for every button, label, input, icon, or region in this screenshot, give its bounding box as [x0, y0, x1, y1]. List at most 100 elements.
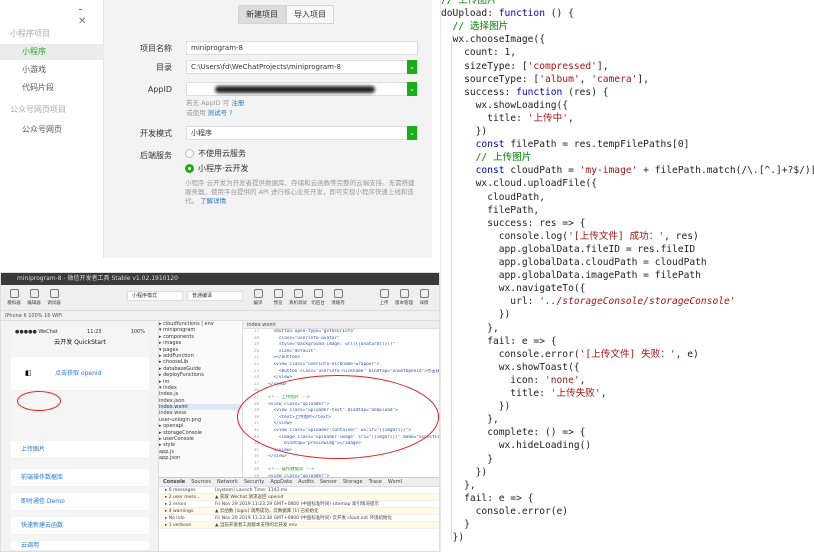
- tb-debugger[interactable]: 调试器: [45, 289, 63, 309]
- sidebar-item-minigame[interactable]: 小游戏: [0, 62, 104, 78]
- tb-background[interactable]: 切后台: [309, 289, 327, 309]
- code-token: ],: [637, 73, 649, 85]
- code-token: fail: e => {: [441, 492, 534, 504]
- code-line: }): [441, 400, 511, 413]
- appid-hint-text-2: 或使用: [186, 109, 206, 117]
- code-token: }): [441, 401, 511, 413]
- tb-remote-debug[interactable]: 真机调试: [289, 289, 307, 309]
- tb-editor[interactable]: 编辑器: [25, 289, 43, 309]
- line-number: 17: [253, 329, 259, 334]
- code-line: count: 1,: [441, 46, 516, 59]
- console-filter-item[interactable]: ▸ 4 warnings: [159, 508, 211, 515]
- code-line: fail: e => {: [441, 335, 556, 348]
- sidebar-item-webpage[interactable]: 公众号网页: [0, 122, 104, 138]
- dev-mode-dropdown-icon[interactable]: ⌄: [407, 126, 417, 140]
- device-bar[interactable]: iPhone 6 100% 16 WiFi: [1, 311, 439, 321]
- console-tab[interactable]: Wxml: [388, 478, 402, 486]
- code-token: ],: [596, 60, 609, 72]
- code-token: }): [441, 126, 488, 137]
- code-token: + filePath.match(/\.[^.]+?$/)[0]: [637, 165, 814, 177]
- code-line: sizeType: ['compressed'],: [441, 60, 609, 73]
- mode-select[interactable]: 小程序模式: [127, 291, 183, 301]
- new-cloud-function-item[interactable]: 快速新建云函数: [11, 517, 149, 535]
- file-tree-item[interactable]: app.json: [159, 455, 242, 461]
- line-number: 35: [253, 447, 259, 453]
- line-number: 37: [253, 460, 259, 466]
- backend-label: 后端服务: [140, 151, 172, 160]
- console-filter-item[interactable]: ▸ 2 errors: [159, 501, 211, 508]
- project-type-sidebar: ⁃ ✕ 小程序项目 小程序 小游戏 代码片段 公众号网页项目 公众号网页: [0, 0, 104, 258]
- project-name-field[interactable]: miniprogram-8: [186, 41, 418, 55]
- upload-image-item[interactable]: 上传图片: [11, 441, 149, 459]
- console-tab[interactable]: Console: [163, 478, 185, 486]
- code-token: '[上传文件] 失败：': [579, 348, 676, 360]
- console-filter-item[interactable]: ▸ 6 messages: [159, 487, 211, 494]
- radio-no-cloud-label: 不使用云服务: [198, 149, 246, 158]
- code-line: app.globalData.fileID = res.fileID: [441, 243, 695, 256]
- line-text: size="default": [263, 348, 316, 354]
- line-number: 36: [253, 454, 259, 460]
- code-token: wx.showLoading({: [441, 99, 569, 111]
- tb-details[interactable]: 详情: [415, 289, 433, 309]
- directory-dropdown-icon[interactable]: ⌄: [407, 60, 417, 74]
- tb-editor-label: 编辑器: [27, 301, 41, 306]
- tb-simulator[interactable]: 模拟器: [5, 289, 23, 309]
- console-tab[interactable]: Sensor: [320, 478, 337, 486]
- window-controls[interactable]: ⁃ ✕: [78, 5, 103, 27]
- directory-field[interactable]: C:\Users\fd\WeChatProjects\miniprogram-8…: [186, 60, 418, 74]
- register-link[interactable]: 注册: [231, 99, 244, 107]
- sidebar-section-mini: 小程序项目: [10, 29, 50, 38]
- sidebar-item-miniprogram[interactable]: 小程序: [0, 44, 104, 60]
- radio-cloud-dev[interactable]: [185, 164, 194, 173]
- test-account-link[interactable]: 测试号: [208, 109, 228, 117]
- code-token: (res) {: [562, 86, 609, 98]
- code-token: cloudPath =: [504, 165, 580, 177]
- console-tab[interactable]: Audits: [298, 478, 314, 486]
- console-tab[interactable]: AppData: [270, 478, 292, 486]
- line-number: 25: [253, 381, 259, 387]
- console-tab[interactable]: Security: [244, 478, 265, 486]
- line-text: <button open-type="getUserInfo": [263, 329, 356, 334]
- tb-clear-cache[interactable]: 清缓存: [329, 289, 347, 309]
- sidebar-item-snippet[interactable]: 代码片段: [0, 80, 104, 96]
- console-tab[interactable]: Sources: [191, 478, 211, 486]
- console-filter-item[interactable]: ▸ 2 user mess...: [159, 494, 211, 501]
- radio-no-cloud[interactable]: [185, 149, 194, 158]
- tb-version[interactable]: 版本管理: [395, 289, 413, 309]
- console-tab[interactable]: Trace: [369, 478, 382, 486]
- ide-window: miniprogram-8 - 微信开发者工具 Stable v1.02.191…: [0, 272, 440, 552]
- appid-redacted: [215, 86, 375, 93]
- sidebar-section-web: 公众号网页项目: [10, 105, 66, 114]
- code-line: }: [441, 518, 470, 531]
- learn-more-link[interactable]: 了解详情: [200, 197, 226, 205]
- console-filter-item[interactable]: ▸ 1 verbose: [159, 522, 211, 529]
- line-text: <button class="userinfo-nickname" bindta…: [278, 368, 440, 374]
- tab-new-project[interactable]: 新建项目: [238, 5, 286, 24]
- line-number: 23: [253, 368, 259, 374]
- get-openid-button[interactable]: 点击获取 openid: [11, 357, 149, 391]
- console-tab[interactable]: Network: [217, 478, 238, 486]
- code-line: wx.cloud.uploadFile({: [441, 177, 597, 190]
- tb-preview[interactable]: 预览: [269, 289, 287, 309]
- cloud-call-item[interactable]: 云调用: [11, 541, 149, 551]
- console-tab[interactable]: Storage: [343, 478, 363, 486]
- console-filter-item[interactable]: ▸ No info: [159, 515, 211, 522]
- dev-mode-select[interactable]: 小程序 ⌄: [186, 126, 418, 140]
- db-guide-item[interactable]: 前端操作数据库: [11, 469, 149, 487]
- editor-tab[interactable]: index.wxml: [243, 321, 439, 329]
- code-token: }): [441, 309, 511, 321]
- tb-compile[interactable]: 编译: [249, 289, 267, 309]
- tb-upload[interactable]: 上传: [375, 289, 393, 309]
- code-token: title:: [441, 112, 528, 124]
- tb-preview-label: 预览: [273, 301, 283, 306]
- im-demo-item[interactable]: 即时通信 Demo: [11, 493, 149, 511]
- dev-mode-value: 小程序: [191, 129, 212, 137]
- appid-dropdown-icon[interactable]: ⌄: [407, 82, 417, 96]
- help-icon[interactable]: ?: [229, 109, 232, 117]
- code-token: count: 1,: [441, 47, 517, 59]
- appid-field[interactable]: ⌄: [186, 82, 418, 96]
- editor-line: 37: [243, 460, 439, 468]
- code-line: }): [441, 308, 511, 321]
- compile-mode-select[interactable]: 普通编译: [187, 291, 243, 301]
- tab-import-project[interactable]: 导入项目: [286, 5, 334, 24]
